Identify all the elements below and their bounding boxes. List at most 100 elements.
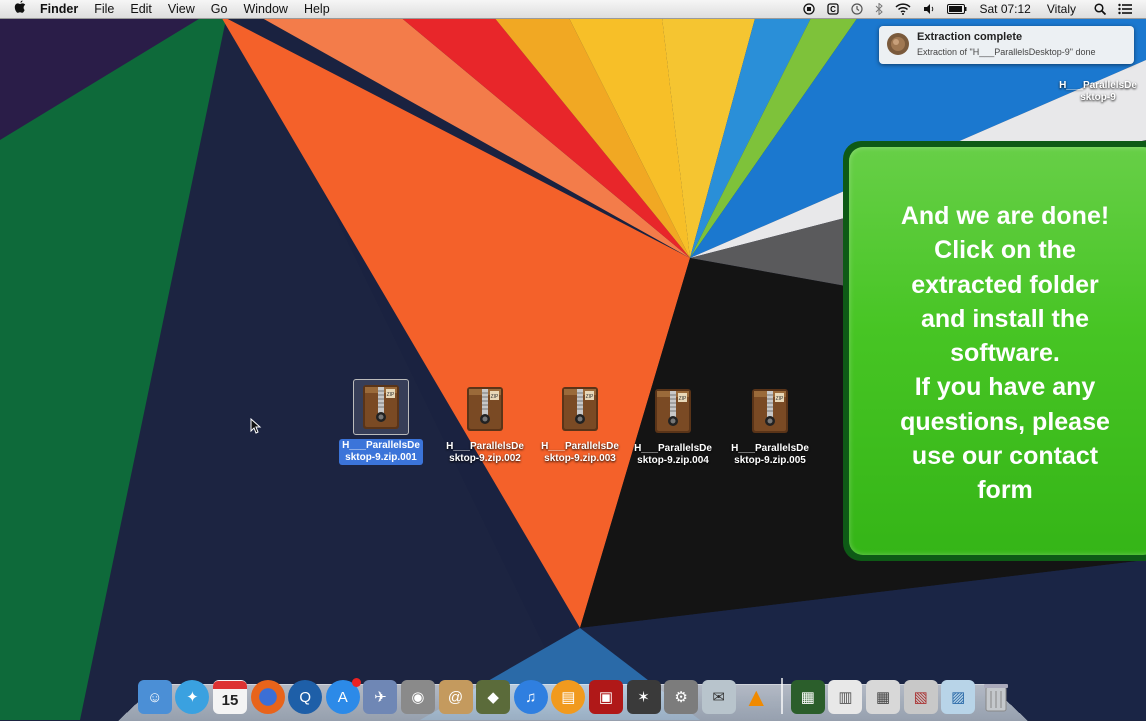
file-label: H___ParallelsDe sktop-9.zip.001 bbox=[339, 439, 423, 465]
archive-utility-icon bbox=[887, 33, 909, 55]
vlc-glyph: ▲ bbox=[743, 681, 770, 712]
svg-text:ZIP: ZIP bbox=[776, 396, 784, 402]
safari-icon[interactable]: ✦ bbox=[175, 680, 210, 714]
instruction-panel-body: And we are done! Click on the extracted … bbox=[849, 147, 1146, 555]
notification-body: Extraction of "H___ParallelsDesktop-9" d… bbox=[917, 47, 1096, 57]
facetime-icon[interactable]: ◉ bbox=[400, 680, 435, 714]
zip-archive-icon: ZIP bbox=[363, 385, 399, 429]
contacts-icon[interactable]: @ bbox=[438, 680, 473, 714]
spotlight-search-icon[interactable] bbox=[1094, 3, 1106, 15]
zip-archive-icon: ZIP bbox=[562, 387, 598, 431]
desktop-file-zip-005[interactable]: ZIP H___ParallelsDe sktop-9.zip.005 bbox=[725, 384, 815, 468]
time-machine-icon[interactable] bbox=[851, 3, 864, 15]
app-store-glyph: A bbox=[337, 688, 348, 706]
menu-help[interactable]: Help bbox=[296, 0, 338, 18]
photo-booth-icon[interactable]: ▣ bbox=[588, 680, 623, 714]
dock-separator bbox=[781, 678, 784, 714]
preview-icon[interactable]: ✈ bbox=[363, 680, 398, 714]
documents-stack-icon[interactable]: ▥ bbox=[828, 680, 863, 714]
menu-edit[interactable]: Edit bbox=[122, 0, 160, 18]
app-menu-finder[interactable]: Finder bbox=[32, 0, 86, 18]
notification-center-icon[interactable] bbox=[1118, 3, 1132, 15]
svg-text:ZIP: ZIP bbox=[586, 394, 594, 400]
zip-archive-icon: ZIP bbox=[467, 387, 503, 431]
instruction-line: extracted folder bbox=[911, 270, 1099, 299]
finder-icon[interactable]: ☺ bbox=[137, 680, 172, 714]
wifi-icon[interactable] bbox=[895, 3, 912, 15]
zip-archive-icon: ZIP bbox=[752, 389, 788, 433]
quicktime-icon[interactable]: Q bbox=[288, 680, 323, 714]
desktop-file-zip-002[interactable]: ZIP H___ParallelsDe sktop-9.zip.002 bbox=[440, 382, 530, 466]
instruction-line: Click on the bbox=[934, 236, 1076, 265]
itunes-glyph: ♫ bbox=[525, 688, 537, 706]
desktop-file-zip-003[interactable]: ZIP H___ParallelsDe sktop-9.zip.003 bbox=[535, 382, 625, 466]
svg-text:ZIP: ZIP bbox=[491, 394, 499, 400]
svg-text:ZIP: ZIP bbox=[679, 396, 687, 402]
extracted-folder-label-line2: sktop-9 bbox=[1080, 92, 1116, 103]
mouse-cursor-icon bbox=[250, 418, 262, 434]
apple-menu-icon[interactable] bbox=[0, 0, 32, 19]
final-cut-icon[interactable]: ✶ bbox=[626, 680, 661, 714]
file-label-line2: sktop-9.zip.004 bbox=[637, 455, 709, 466]
menu-window[interactable]: Window bbox=[235, 0, 295, 18]
extracted-folder-label-line1: H___ParallelsDe bbox=[1059, 80, 1137, 91]
file-label: H___ParallelsDe sktop-9.zip.004 bbox=[631, 442, 715, 468]
file-label-line1: H___ParallelsDe bbox=[541, 441, 619, 452]
file-label-line1: H___ParallelsDe bbox=[731, 443, 809, 454]
app-store-icon[interactable]: A bbox=[325, 678, 361, 714]
instruction-line: If you have any bbox=[914, 373, 1096, 402]
instruction-line: form bbox=[977, 476, 1033, 505]
zip-archive-icon: ZIP bbox=[655, 389, 691, 433]
vlc-icon[interactable]: ▲ bbox=[739, 680, 773, 714]
ibooks-icon[interactable]: ▤ bbox=[551, 680, 586, 714]
record-icon[interactable] bbox=[803, 3, 816, 15]
menubar-clock[interactable]: Sat 07:12 bbox=[979, 0, 1030, 18]
menu-view[interactable]: View bbox=[160, 0, 203, 18]
file-label: H___ParallelsDe sktop-9.zip.003 bbox=[538, 440, 622, 466]
extracted-folder[interactable]: H___ParallelsDe sktop-9 bbox=[1050, 80, 1146, 104]
dock: ☺ ✦ 15 Q A ✈ ◉ @ ◆ ♫ ▤ ▣ ✶ ⚙ ✉ ▲ ▦ ▥ ▦ ▧… bbox=[136, 674, 1015, 714]
menu-go[interactable]: Go bbox=[203, 0, 236, 18]
activity-monitor-icon[interactable]: ▦ bbox=[790, 680, 825, 714]
clipboard-icon[interactable]: C bbox=[827, 3, 840, 15]
launchpad-grid-icon[interactable]: ▦ bbox=[866, 680, 901, 714]
desktop-file-zip-001[interactable]: ZIP H___ParallelsDe sktop-9.zip.001 bbox=[336, 379, 426, 465]
file-label-line1: H___ParallelsDe bbox=[342, 440, 420, 451]
menu-file[interactable]: File bbox=[86, 0, 122, 18]
svg-text:C: C bbox=[831, 5, 837, 14]
activity-monitor-glyph: ▦ bbox=[800, 689, 815, 706]
dashcode-icon[interactable]: ◆ bbox=[476, 680, 511, 714]
instruction-line: use our contact bbox=[911, 442, 1099, 471]
file-label: H___ParallelsDe sktop-9.zip.005 bbox=[728, 442, 812, 468]
system-preferences-icon[interactable]: ⚙ bbox=[664, 680, 699, 714]
downloads-stack-icon[interactable]: ▨ bbox=[941, 680, 976, 714]
mail-glyph: ✉ bbox=[712, 689, 725, 706]
itunes-icon[interactable]: ♫ bbox=[513, 680, 548, 714]
photo-booth-glyph: ▣ bbox=[598, 689, 614, 706]
ibooks-glyph: ▤ bbox=[561, 689, 576, 706]
calendar-day: 15 bbox=[221, 692, 239, 709]
mail-icon[interactable]: ✉ bbox=[701, 680, 736, 714]
pictures-stack-icon[interactable]: ▧ bbox=[903, 680, 938, 714]
extraction-notification[interactable]: Extraction complete Extraction of "H___P… bbox=[879, 26, 1134, 64]
documents-stack-glyph: ▥ bbox=[838, 689, 853, 706]
file-label-line2: sktop-9.zip.003 bbox=[544, 453, 616, 464]
instruction-line: questions, please bbox=[900, 407, 1110, 436]
volume-icon[interactable] bbox=[923, 3, 935, 15]
safari-glyph: ✦ bbox=[186, 689, 199, 706]
menu-bar: Finder File Edit View Go Window Help C S… bbox=[0, 0, 1146, 19]
instruction-panel: And we are done! Click on the extracted … bbox=[843, 141, 1146, 561]
bluetooth-icon[interactable] bbox=[875, 3, 884, 15]
battery-icon[interactable] bbox=[947, 4, 967, 14]
file-label-line2: sktop-9.zip.002 bbox=[449, 453, 521, 464]
menubar-user[interactable]: Vitaly bbox=[1047, 0, 1076, 18]
instruction-line: and install the bbox=[920, 304, 1090, 333]
firefox-icon[interactable] bbox=[250, 680, 285, 714]
quicktime-glyph: Q bbox=[299, 688, 311, 706]
trash-icon[interactable] bbox=[979, 680, 1013, 714]
calendar-icon[interactable]: 15 bbox=[212, 680, 247, 714]
desktop-file-zip-004[interactable]: ZIP H___ParallelsDe sktop-9.zip.004 bbox=[628, 384, 718, 468]
facetime-glyph: ◉ bbox=[411, 689, 425, 706]
file-label-line1: H___ParallelsDe bbox=[446, 441, 524, 452]
final-cut-glyph: ✶ bbox=[637, 689, 650, 706]
